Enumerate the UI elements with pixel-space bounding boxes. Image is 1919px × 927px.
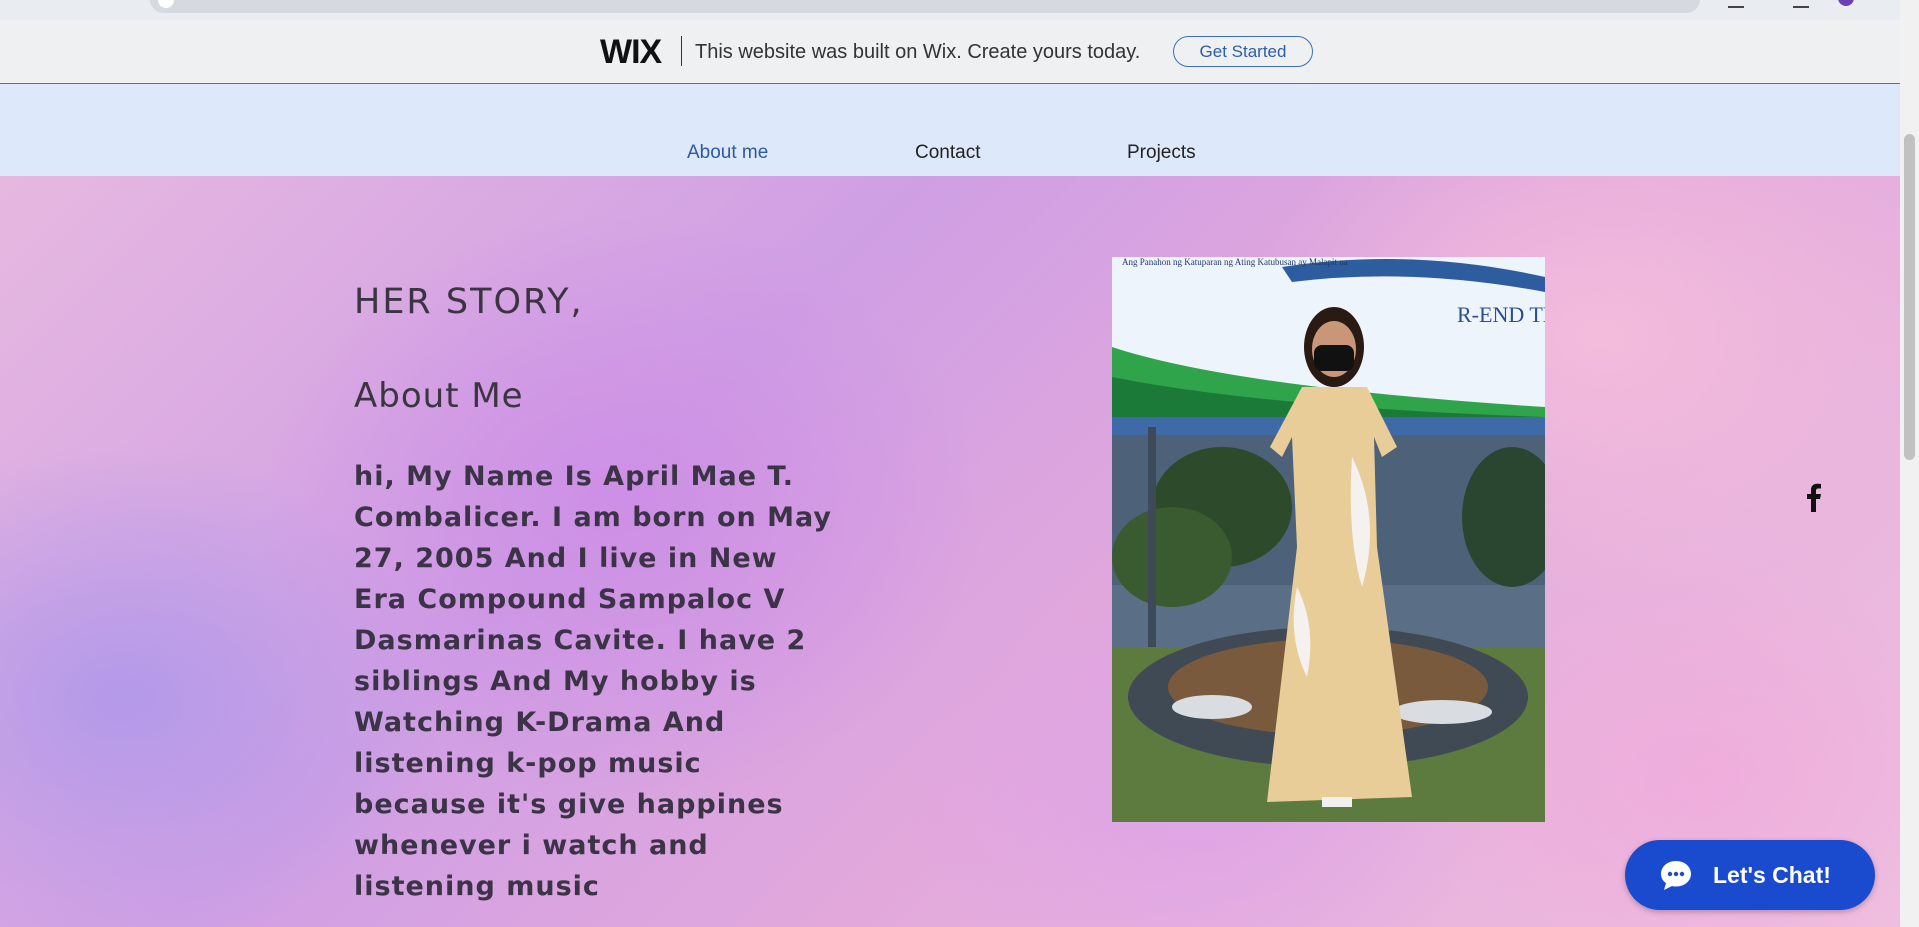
- profile-photo: R-END THANKS Ang Panahon ng Katuparan ng…: [1112, 257, 1545, 822]
- banner-message: This website was built on Wix. Create yo…: [695, 41, 1141, 63]
- site-nav: About me Contact Projects: [0, 84, 1900, 176]
- address-bar[interactable]: [150, 0, 1700, 13]
- page-scrollbar[interactable]: [1900, 0, 1919, 927]
- get-started-button[interactable]: Get Started: [1173, 36, 1313, 67]
- chat-bubble-icon: [1661, 861, 1691, 890]
- facebook-icon[interactable]: [1802, 482, 1824, 512]
- sign-caption: Ang Panahon ng Katuparan ng Ating Katubu…: [1122, 257, 1348, 267]
- profile-avatar[interactable]: [1838, 0, 1854, 6]
- wix-logo[interactable]: WIX: [600, 33, 662, 72]
- banner-divider: [681, 36, 682, 66]
- site-info-icon[interactable]: [158, 0, 174, 8]
- extension-icon[interactable]: [1728, 0, 1744, 8]
- nav-item-contact[interactable]: Contact: [915, 142, 980, 164]
- scrollbar-thumb[interactable]: [1904, 134, 1915, 460]
- wix-promo-banner: WIX This website was built on Wix. Creat…: [0, 20, 1900, 84]
- nav-item-projects[interactable]: Projects: [1127, 142, 1196, 164]
- about-section: HER STORY, About Me hi, My Name Is April…: [0, 176, 1900, 927]
- about-text: hi, My Name Is April Mae T. Combalicer. …: [354, 461, 833, 902]
- section-title: HER STORY,: [354, 282, 584, 322]
- page-heading: About Me: [354, 376, 524, 416]
- chat-button-label: Let's Chat!: [1713, 862, 1831, 888]
- chat-button[interactable]: Let's Chat!: [1625, 840, 1875, 910]
- sidebar-icon[interactable]: [1793, 0, 1809, 8]
- nav-item-about-me[interactable]: About me: [687, 142, 768, 164]
- sign-heading: R-END THANKS: [1457, 302, 1545, 327]
- browser-toolbar: [0, 0, 1919, 20]
